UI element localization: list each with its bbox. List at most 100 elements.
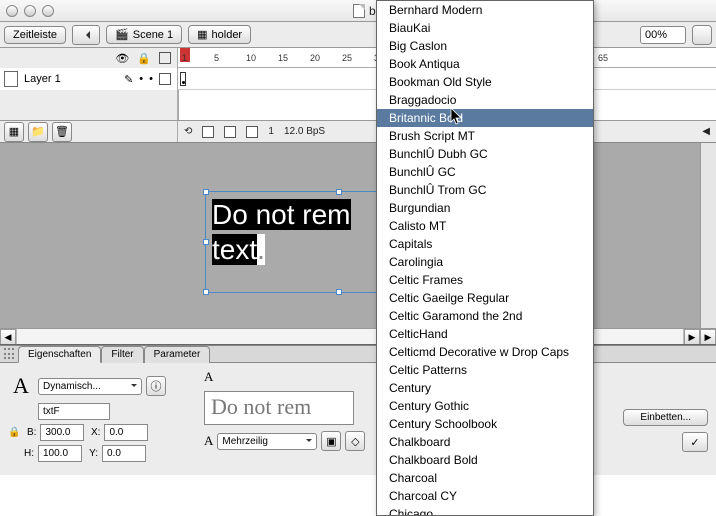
resize-handle[interactable] <box>203 189 209 195</box>
onion-skin-icon[interactable]: ⟲ <box>184 126 192 137</box>
font-menu-item[interactable]: Century Gothic <box>377 397 593 415</box>
tab-properties[interactable]: Eigenschaften <box>18 346 101 363</box>
layer-color-swatch[interactable] <box>159 73 171 85</box>
back-button[interactable] <box>72 25 100 45</box>
instance-name-input[interactable] <box>38 403 110 420</box>
info-button[interactable]: ⓘ <box>146 376 166 396</box>
font-menu-item[interactable]: BiauKai <box>377 19 593 37</box>
ruler-number: 25 <box>342 53 352 63</box>
resize-handle[interactable] <box>336 289 342 295</box>
width-label: B: <box>24 427 36 438</box>
vertical-scrollbar[interactable] <box>700 143 716 328</box>
outline-color-icon[interactable] <box>159 52 171 64</box>
symbol-icon: ▦ <box>197 28 207 41</box>
embed-button[interactable]: Einbetten... <box>623 409 708 426</box>
text-preview: Do not rem <box>204 391 354 425</box>
font-menu-item[interactable]: Big Caslon <box>377 37 593 55</box>
font-menu-item[interactable]: Charcoal CY <box>377 487 593 505</box>
timeline-toggle[interactable]: Zeitleiste <box>4 26 66 44</box>
current-frame: 1 <box>268 126 274 137</box>
y-input[interactable] <box>102 445 146 462</box>
font-menu-item[interactable]: BunchlÛ Dubh GC <box>377 145 593 163</box>
font-menu-item[interactable]: Celtic Patterns <box>377 361 593 379</box>
font-menu-item[interactable]: Carolingia <box>377 253 593 271</box>
line-type-select[interactable]: Mehrzeilig <box>217 433 317 450</box>
center-frame-icon[interactable] <box>202 126 214 138</box>
resize-handle[interactable] <box>203 289 209 295</box>
font-menu-item[interactable]: Celtic Frames <box>377 271 593 289</box>
font-menu-item[interactable]: Chicago <box>377 505 593 516</box>
font-menu-item[interactable]: Bookman Old Style <box>377 73 593 91</box>
ruler-number: 1 <box>182 53 187 63</box>
eye-icon[interactable]: 👁 <box>115 52 129 65</box>
tab-filter[interactable]: Filter <box>101 346 143 363</box>
delete-layer-button[interactable]: 🗑 <box>52 122 72 142</box>
scroll-right2-button[interactable]: ▶ <box>700 329 716 345</box>
font-menu-item[interactable]: Burgundian <box>377 199 593 217</box>
workspace-menu-button[interactable] <box>692 25 712 45</box>
font-menu-item[interactable]: Chalkboard Bold <box>377 451 593 469</box>
scene-icon: 🎬 <box>115 28 129 41</box>
font-menu-item[interactable]: Charcoal <box>377 469 593 487</box>
tab-parameter[interactable]: Parameter <box>144 346 211 363</box>
text-tool-icon: A <box>8 373 34 399</box>
font-menu-item[interactable]: Bernhard Modern <box>377 1 593 19</box>
width-input[interactable] <box>40 424 84 441</box>
stage-area[interactable]: Do not rem text. ◀ ▶ ▶ <box>0 143 716 345</box>
close-button[interactable] <box>6 5 18 17</box>
zoom-button[interactable] <box>42 5 54 17</box>
timeline-header: 👁 🔒 15101520253035404550556065 <box>0 48 716 68</box>
font-menu-item[interactable]: Capitals <box>377 235 593 253</box>
horizontal-scrollbar[interactable]: ◀ ▶ ▶ <box>0 328 716 344</box>
new-folder-button[interactable]: 📁 <box>28 122 48 142</box>
keyframe[interactable] <box>180 72 186 86</box>
font-menu-item[interactable]: CelticHand <box>377 325 593 343</box>
font-menu-item[interactable]: BunchlÛ Trom GC <box>377 181 593 199</box>
resize-handle[interactable] <box>203 239 209 245</box>
minimize-button[interactable] <box>24 5 36 17</box>
font-menu-item[interactable]: Chalkboard <box>377 433 593 451</box>
font-menu-item[interactable]: Braggadocio <box>377 91 593 109</box>
lock-aspect-icon[interactable]: 🔒 <box>8 427 20 438</box>
font-menu-item[interactable]: Book Antiqua <box>377 55 593 73</box>
zoom-field[interactable]: 00% <box>640 26 686 44</box>
ruler-number: 15 <box>278 53 288 63</box>
render-html-icon[interactable]: ◇ <box>345 431 365 451</box>
properties-panel: Eigenschaften Filter Parameter A Dynamis… <box>0 363 716 475</box>
scroll-right-button[interactable]: ▶ <box>684 329 700 345</box>
selectable-icon[interactable]: ▣ <box>321 431 341 451</box>
font-menu-item[interactable]: Calisto MT <box>377 217 593 235</box>
timeline-panel: 👁 🔒 15101520253035404550556065 Layer 1 ✎… <box>0 48 716 143</box>
layer-type-icon <box>4 71 18 87</box>
font-menu-item[interactable]: Century <box>377 379 593 397</box>
font-menu-item[interactable]: BunchlÛ GC <box>377 163 593 181</box>
ruler-number: 10 <box>246 53 256 63</box>
font-menu-item[interactable]: Celtic Gaeilge Regular <box>377 289 593 307</box>
font-menu-item[interactable]: Britannic Bold <box>377 109 593 127</box>
font-dropdown-menu[interactable]: Bernhard ModernBiauKaiBig CaslonBook Ant… <box>376 0 594 516</box>
text-type-select[interactable]: Dynamisch... <box>38 378 142 395</box>
auto-kern-button[interactable]: ✓ <box>682 432 708 452</box>
scene-crumb[interactable]: 🎬 Scene 1 <box>106 25 182 44</box>
font-menu-item[interactable]: Century Schoolbook <box>377 415 593 433</box>
resize-handle[interactable] <box>336 189 342 195</box>
panel-tabs: Eigenschaften Filter Parameter <box>18 346 210 363</box>
scroll-left-button[interactable]: ◀ <box>0 329 16 345</box>
new-layer-button[interactable]: ▦ <box>4 122 24 142</box>
font-menu-item[interactable]: Celtic Garamond the 2nd <box>377 307 593 325</box>
font-menu-item[interactable]: Celticmd Decorative w Drop Caps <box>377 343 593 361</box>
font-menu-item[interactable]: Brush Script MT <box>377 127 593 145</box>
symbol-crumb[interactable]: ▦ holder <box>188 25 251 44</box>
height-input[interactable] <box>38 445 82 462</box>
lock-icon[interactable]: 🔒 <box>137 52 151 65</box>
x-label: X: <box>88 427 100 438</box>
stage-text-line2a: text <box>212 234 257 265</box>
traffic-lights <box>6 5 54 17</box>
onion-range-icon[interactable] <box>224 126 236 138</box>
x-input[interactable] <box>104 424 148 441</box>
stage-text[interactable]: Do not rem text. <box>212 198 351 267</box>
line-type-icon: A <box>204 433 213 449</box>
ruler-number: 20 <box>310 53 320 63</box>
layer-row[interactable]: Layer 1 ✎ •• <box>0 68 716 90</box>
edit-multi-icon[interactable] <box>246 126 258 138</box>
